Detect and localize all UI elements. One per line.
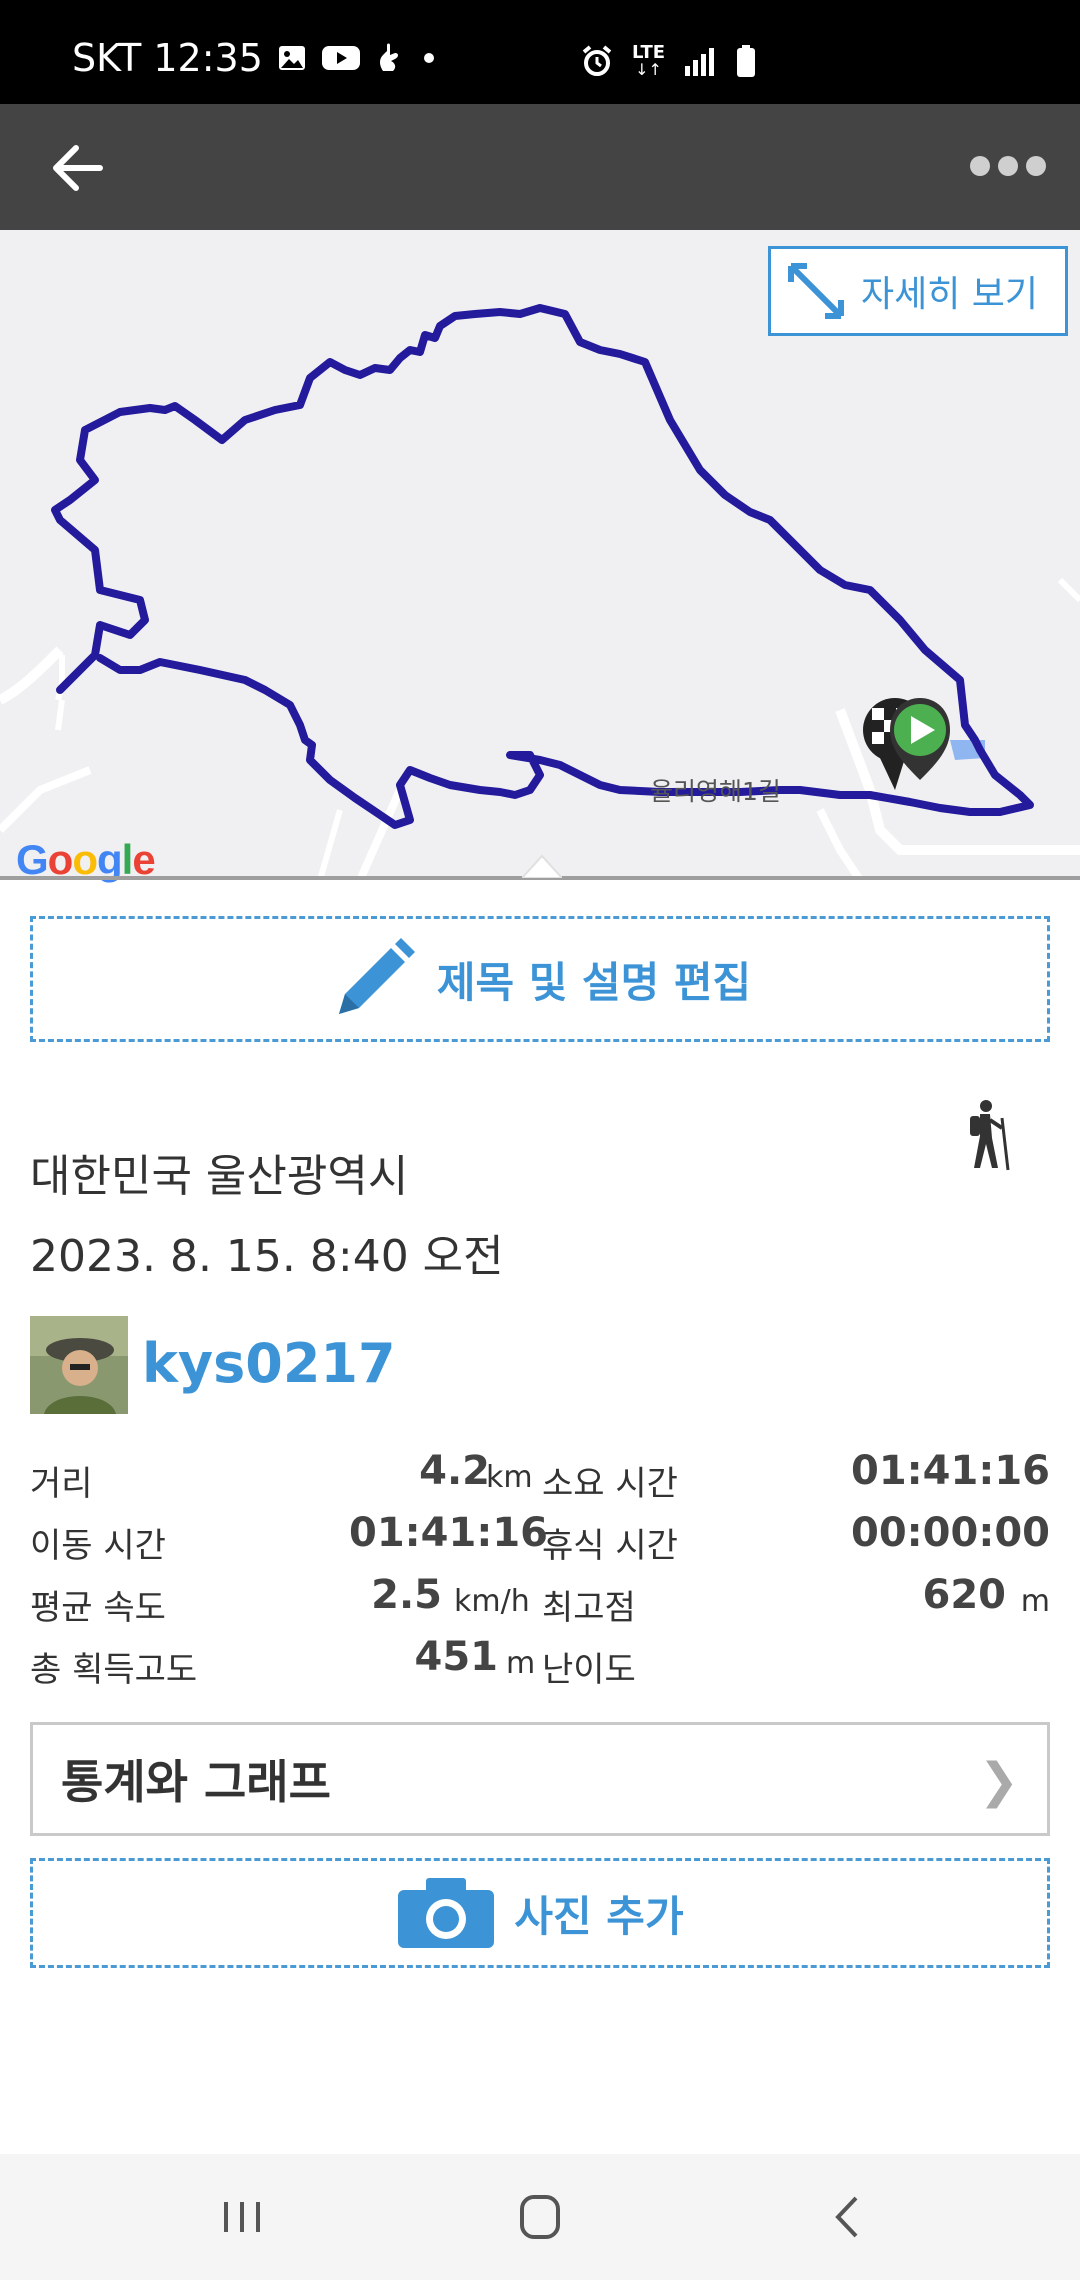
stats-row: 평균 속도 2.5 km/h 최고점 620 m xyxy=(30,1570,1050,1632)
username[interactable]: kys0217 xyxy=(142,1332,396,1395)
edit-title-description-button[interactable]: 제목 및 설명 편집 xyxy=(30,916,1050,1042)
detail-view-button[interactable]: 자세히 보기 xyxy=(768,246,1068,336)
status-left: SKT 12:35 xyxy=(72,36,439,80)
stat-label: 휴식 시간 xyxy=(542,1526,678,1566)
recent-apps-icon[interactable] xyxy=(202,2184,282,2250)
status-bar: SKT 12:35 LTE ↓↑ xyxy=(0,0,1080,104)
stat-label: 총 획득고도 xyxy=(30,1650,198,1690)
stat-value: 01:41:16 xyxy=(349,1510,548,1556)
hand-icon xyxy=(379,43,398,71)
avatar[interactable] xyxy=(30,1316,128,1414)
stat-value: 00:00:00 xyxy=(851,1510,1050,1556)
stat-value: 01:41:16 xyxy=(851,1448,1050,1494)
hiking-icon xyxy=(970,1100,1010,1171)
pointer-notch-icon xyxy=(522,854,562,878)
home-icon[interactable] xyxy=(500,2184,580,2250)
stat-value: 4.2 xyxy=(419,1448,490,1494)
activity-datetime: 2023. 8. 15. 8:40 오전 xyxy=(30,1231,504,1282)
stats-row: 이동 시간 01:41:16 휴식 시간 00:00:00 xyxy=(30,1508,1050,1570)
activity-location: 대한민국 울산광역시 xyxy=(30,1151,409,1202)
alarm-icon xyxy=(582,45,612,76)
stat-value: 2.5 xyxy=(371,1572,442,1618)
battery-icon xyxy=(737,45,756,77)
road-label: 율리영해1길 xyxy=(650,777,781,806)
map-divider xyxy=(0,854,1080,880)
edit-button-label: 제목 및 설명 편집 xyxy=(436,957,752,1007)
status-right: LTE ↓↑ xyxy=(580,44,757,78)
carrier-time: SKT 12:35 xyxy=(72,36,263,80)
app-bar xyxy=(0,104,1080,230)
stat-value: 620 xyxy=(922,1572,1007,1618)
stat-label: 소요 시간 xyxy=(542,1464,678,1504)
stat-label: 평균 속도 xyxy=(30,1588,166,1628)
expand-icon xyxy=(788,263,844,319)
lte-icon: LTE ↓↑ xyxy=(632,44,665,78)
stats-graph-button[interactable]: 통계와 그래프 ❯ xyxy=(30,1722,1050,1836)
chevron-right-icon: ❯ xyxy=(978,1753,1019,1809)
stat-label: 난이도 xyxy=(542,1650,636,1690)
stat-unit: m xyxy=(1020,1584,1050,1619)
stat-unit: m xyxy=(506,1646,536,1681)
back-icon[interactable] xyxy=(808,2184,888,2250)
stats-row: 거리 4.2 km 소요 시간 01:41:16 xyxy=(30,1446,1050,1508)
signal-icon xyxy=(685,48,715,76)
stat-label: 최고점 xyxy=(542,1588,636,1628)
add-photo-button[interactable]: 사진 추가 xyxy=(30,1858,1050,1968)
stats-table: 거리 4.2 km 소요 시간 01:41:16 이동 시간 01:41:16 … xyxy=(30,1446,1050,1694)
stat-label: 거리 xyxy=(30,1464,93,1504)
stat-unit: km xyxy=(486,1460,533,1495)
pencil-icon xyxy=(338,938,415,1014)
stat-label: 이동 시간 xyxy=(30,1526,166,1566)
more-dots-icon[interactable] xyxy=(970,156,1046,180)
gallery-icon xyxy=(278,46,305,70)
detail-view-label: 자세히 보기 xyxy=(861,274,1039,315)
dot-icon xyxy=(423,53,434,63)
arrow-left-icon[interactable] xyxy=(48,138,108,198)
stats-row: 총 획득고도 451 m 난이도 xyxy=(30,1632,1050,1694)
add-photo-label: 사진 추가 xyxy=(514,1891,684,1941)
data-arrows: ↓↑ xyxy=(635,60,662,79)
stat-value: 451 xyxy=(414,1634,499,1680)
youtube-icon xyxy=(321,46,360,70)
avatar-image xyxy=(30,1316,128,1414)
camera-icon xyxy=(398,1878,495,1948)
stat-unit: km/h xyxy=(454,1584,530,1619)
system-nav-bar xyxy=(0,2154,1080,2280)
stats-graph-label: 통계와 그래프 xyxy=(61,1755,331,1809)
